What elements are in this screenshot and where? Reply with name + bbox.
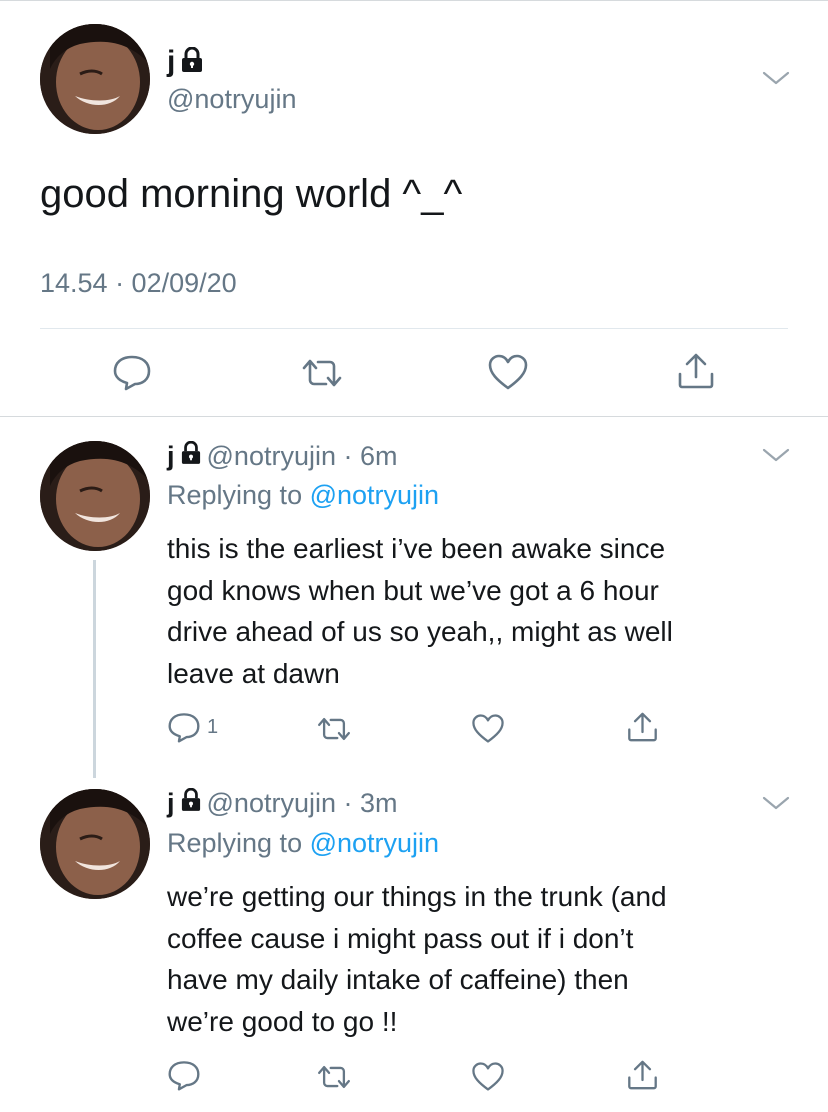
reply-text-line: this is the earliest i’ve been awake sin…	[167, 533, 666, 564]
reply-count: 1	[207, 715, 219, 738]
timestamp[interactable]: 14.54 · 02/09/20	[40, 268, 237, 299]
reply-header: j @notryujin · 3m	[167, 785, 397, 821]
reply-text: this is the earliest i’ve been awake sin…	[167, 528, 777, 694]
reply-button[interactable]: 1	[167, 711, 218, 743]
reply-text-line: coffee cause i might pass out if i don’t	[167, 922, 634, 954]
reply-text-line: we’re getting our things in the trunk (a…	[167, 881, 667, 912]
reply-text: we’re getting our things in the trunk (a…	[167, 876, 777, 1042]
replying-handle-link[interactable]: @notryujin	[310, 828, 439, 858]
reply-header: j @notryujin · 6m	[167, 438, 397, 474]
divider	[0, 416, 828, 417]
reply-button[interactable]	[167, 1059, 207, 1091]
chevron-down-icon[interactable]	[762, 447, 790, 468]
avatar-photo	[40, 441, 150, 551]
reply-button[interactable]	[112, 353, 152, 391]
retweet-icon	[314, 715, 354, 743]
retweet-icon	[314, 1063, 354, 1091]
avatar[interactable]	[40, 789, 150, 899]
replying-to: Replying to @notryujin	[167, 480, 439, 511]
like-button[interactable]	[471, 713, 505, 744]
tweet-text: good morning world ^_^	[40, 172, 463, 216]
reply-text-line: leave at dawn	[167, 657, 340, 689]
replying-handle-link[interactable]: @notryujin	[310, 480, 439, 510]
like-button[interactable]	[471, 1061, 505, 1092]
avatar[interactable]	[40, 24, 150, 134]
lock-icon	[181, 440, 201, 472]
display-name[interactable]: j	[167, 45, 175, 79]
chevron-down-icon[interactable]	[762, 795, 790, 816]
handle-time[interactable]: @notryujin · 3m	[207, 788, 398, 819]
replying-to: Replying to @notryujin	[167, 828, 439, 859]
reply-text-line: have my daily intake of caffeine) then	[167, 964, 629, 995]
top-rule	[0, 0, 828, 1]
chevron-down-icon[interactable]	[762, 70, 790, 91]
share-icon	[676, 352, 716, 390]
divider	[40, 328, 788, 329]
share-button[interactable]	[626, 711, 659, 743]
like-icon	[487, 353, 529, 391]
avatar-photo	[40, 24, 150, 134]
replying-prefix: Replying to	[167, 480, 303, 510]
lock-icon	[181, 46, 203, 78]
reply-text-line: god knows when but we’ve got a 6 hour	[167, 574, 659, 606]
reply-icon	[112, 353, 152, 391]
replying-prefix: Replying to	[167, 828, 303, 858]
share-button[interactable]	[676, 352, 716, 390]
like-icon	[471, 1061, 505, 1092]
reply-text-line: we’re good to go !!	[167, 1005, 398, 1037]
retweet-button[interactable]	[298, 356, 346, 390]
like-icon	[471, 713, 505, 744]
reply-text-line: drive ahead of us so yeah,, might as wel…	[167, 616, 673, 647]
handle[interactable]: @notryujin	[167, 84, 296, 115]
retweet-button[interactable]	[314, 1063, 354, 1091]
main-name-row: j	[167, 44, 203, 80]
retweet-icon	[298, 356, 346, 390]
share-icon	[626, 711, 659, 743]
display-name[interactable]: j	[167, 441, 175, 472]
avatar-photo	[40, 789, 150, 899]
like-button[interactable]	[487, 353, 529, 391]
handle-time[interactable]: @notryujin · 6m	[207, 441, 398, 472]
share-button[interactable]	[626, 1059, 659, 1091]
lock-icon	[181, 787, 201, 819]
avatar[interactable]	[40, 441, 150, 551]
reply-icon	[167, 1059, 201, 1091]
thread-line	[93, 560, 96, 778]
display-name[interactable]: j	[167, 788, 175, 819]
retweet-button[interactable]	[314, 715, 354, 743]
share-icon	[626, 1059, 659, 1091]
reply-icon	[167, 711, 201, 743]
